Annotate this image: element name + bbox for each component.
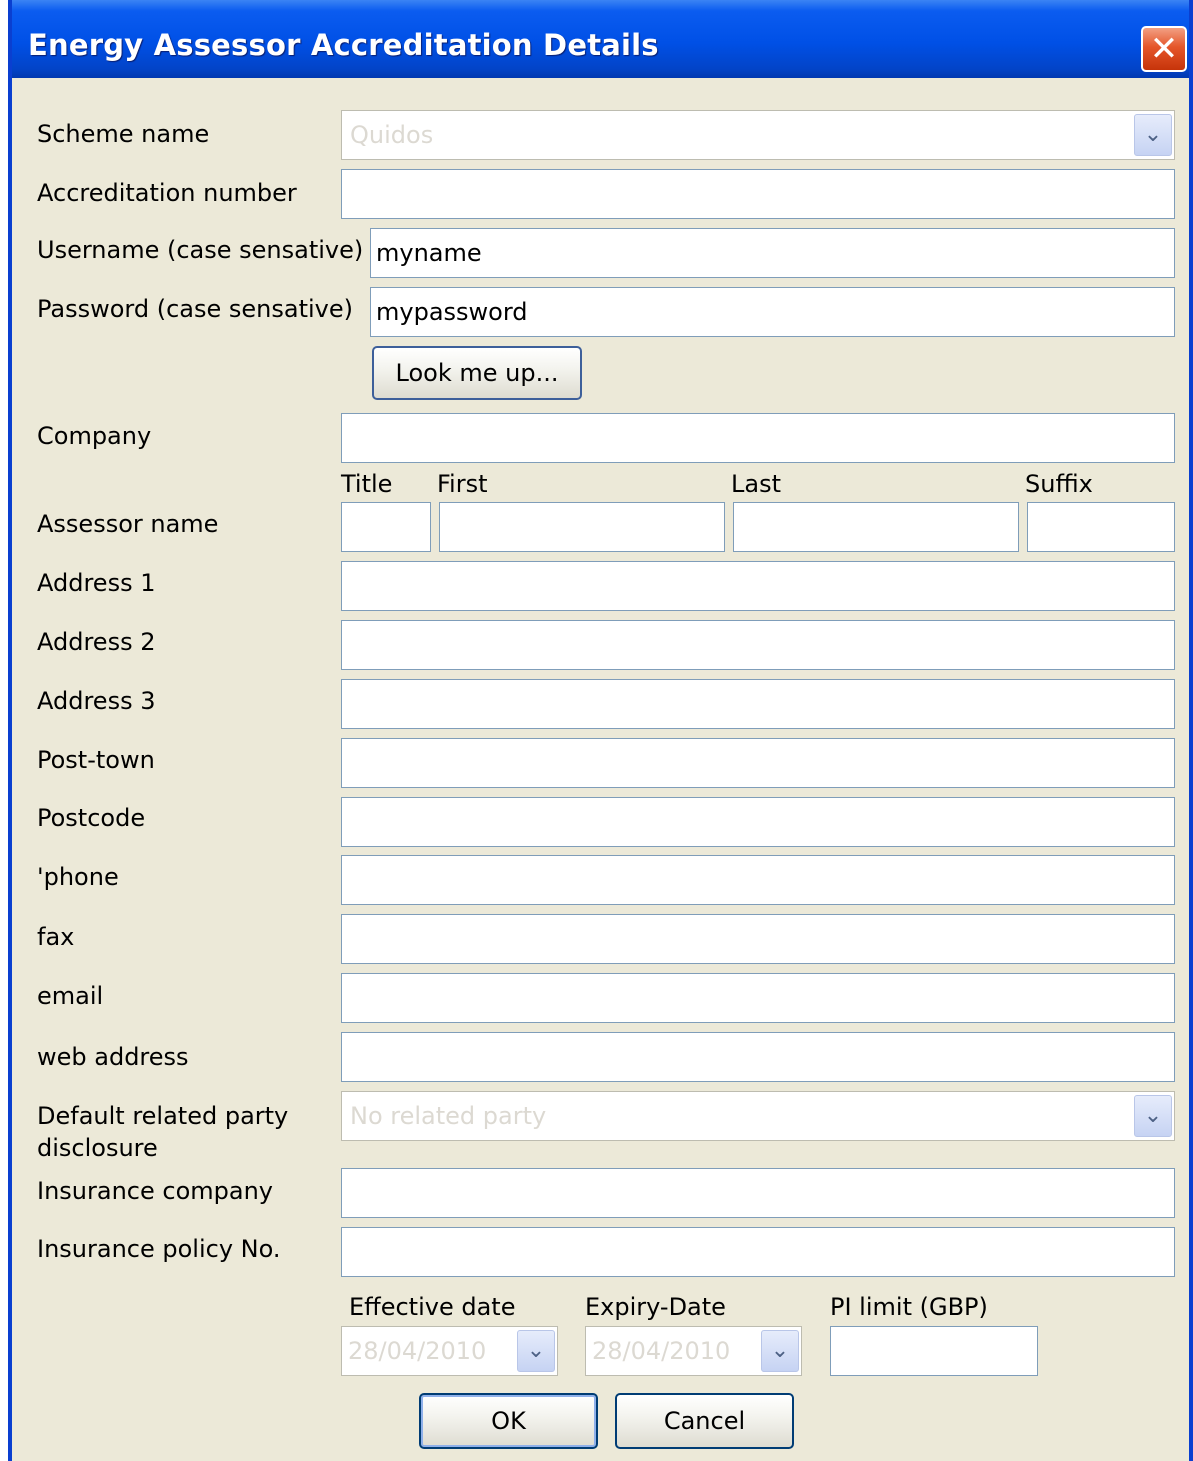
address2-label: Address 2 (37, 628, 156, 656)
chevron-down-icon: ⌄ (526, 1338, 546, 1363)
insurance-policy-label: Insurance policy No. (37, 1235, 281, 1263)
chevron-down-icon: ⌄ (770, 1338, 790, 1363)
postcode-label: Postcode (37, 804, 146, 832)
post-town-field[interactable] (341, 738, 1175, 788)
username-field[interactable]: myname (370, 228, 1175, 278)
post-town-label: Post-town (37, 746, 155, 774)
expiry-date-value: 28/04/2010 (592, 1337, 731, 1365)
effective-date-picker[interactable]: 28/04/2010 ⌄ (341, 1326, 558, 1376)
web-address-label: web address (37, 1043, 189, 1071)
company-label: Company (37, 422, 152, 450)
fax-label: fax (37, 923, 75, 951)
email-label: email (37, 982, 104, 1010)
chevron-down-icon: ⌄ (1143, 1103, 1163, 1128)
title-bar[interactable]: Energy Assessor Accreditation Details ✕ (12, 0, 1189, 78)
accreditation-number-field[interactable] (341, 169, 1175, 219)
dialog-window: Energy Assessor Accreditation Details ✕ … (8, 0, 1193, 1461)
address1-label: Address 1 (37, 569, 156, 597)
assessor-last-name-field[interactable] (733, 502, 1019, 552)
username-label: Username (case sensative) (37, 236, 364, 264)
address1-field[interactable] (341, 561, 1175, 611)
expiry-date-dropdown-button[interactable]: ⌄ (761, 1330, 799, 1372)
password-label: Password (case sensative) (37, 295, 353, 323)
ok-button[interactable]: OK (419, 1393, 598, 1449)
accreditation-number-label: Accreditation number (37, 179, 297, 207)
last-column-header: Last (731, 470, 781, 498)
address3-label: Address 3 (37, 687, 156, 715)
effective-date-dropdown-button[interactable]: ⌄ (517, 1330, 555, 1372)
first-column-header: First (437, 470, 488, 498)
title-column-header: Title (341, 470, 393, 498)
close-button[interactable]: ✕ (1141, 26, 1187, 72)
cancel-button[interactable]: Cancel (615, 1393, 794, 1449)
look-me-up-button[interactable]: Look me up... (372, 346, 582, 400)
email-field[interactable] (341, 973, 1175, 1023)
scheme-name-dropdown-button[interactable]: ⌄ (1134, 114, 1172, 156)
pi-limit-field[interactable] (830, 1326, 1038, 1376)
postcode-field[interactable] (341, 797, 1175, 847)
phone-field[interactable] (341, 855, 1175, 905)
expiry-date-picker[interactable]: 28/04/2010 ⌄ (585, 1326, 802, 1376)
related-party-dropdown-button[interactable]: ⌄ (1134, 1095, 1172, 1137)
address3-field[interactable] (341, 679, 1175, 729)
scheme-name-select[interactable]: Quidos ⌄ (341, 110, 1175, 160)
effective-date-value: 28/04/2010 (348, 1337, 487, 1365)
related-party-select[interactable]: No related party ⌄ (341, 1091, 1175, 1141)
assessor-name-label: Assessor name (37, 510, 219, 538)
effective-date-header: Effective date (349, 1293, 516, 1321)
assessor-suffix-field[interactable] (1027, 502, 1175, 552)
chevron-down-icon: ⌄ (1143, 122, 1163, 147)
web-address-field[interactable] (341, 1032, 1175, 1082)
address2-field[interactable] (341, 620, 1175, 670)
company-field[interactable] (341, 413, 1175, 463)
insurance-policy-field[interactable] (341, 1227, 1175, 1277)
close-icon: ✕ (1149, 29, 1179, 69)
pi-limit-header: PI limit (GBP) (830, 1293, 988, 1321)
scheme-name-label: Scheme name (37, 120, 210, 148)
password-field[interactable]: mypassword (370, 287, 1175, 337)
suffix-column-header: Suffix (1025, 470, 1093, 498)
assessor-first-name-field[interactable] (439, 502, 725, 552)
related-party-value: No related party (350, 1102, 547, 1130)
insurance-company-label: Insurance company (37, 1177, 273, 1205)
assessor-title-field[interactable] (341, 502, 431, 552)
scheme-name-value: Quidos (350, 121, 434, 149)
fax-field[interactable] (341, 914, 1175, 964)
insurance-company-field[interactable] (341, 1168, 1175, 1218)
related-party-label: Default related party disclosure (37, 1102, 289, 1162)
phone-label: 'phone (37, 863, 119, 891)
expiry-date-header: Expiry-Date (585, 1293, 726, 1321)
window-title: Energy Assessor Accreditation Details (28, 28, 659, 62)
